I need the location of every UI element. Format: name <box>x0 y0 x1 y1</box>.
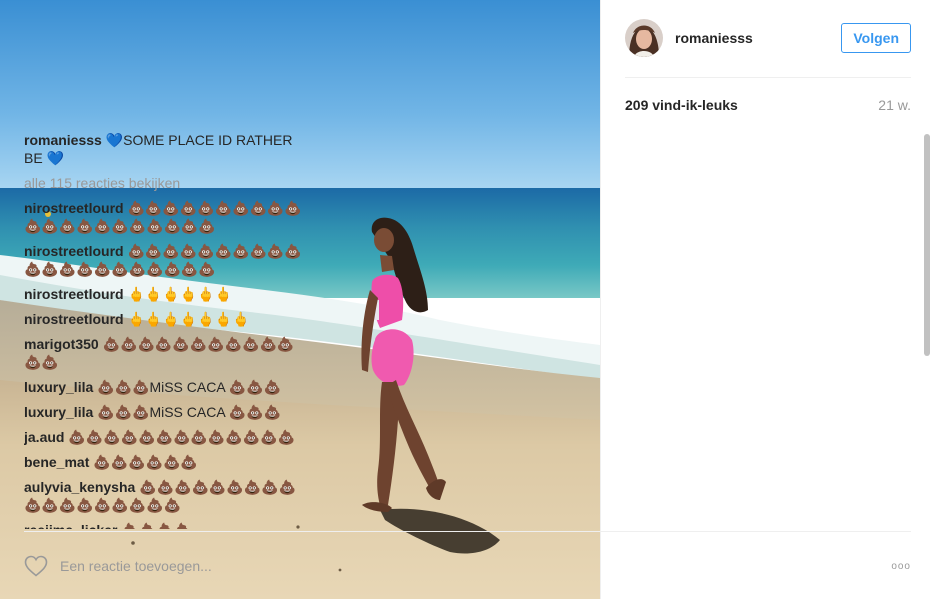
comment: nirostreetlourd 💩💩💩💩💩💩💩💩💩💩💩💩💩💩💩💩💩💩💩💩💩 <box>24 242 309 278</box>
comment: nirostreetlourd 💩💩💩💩💩💩💩💩💩💩💩💩💩💩💩💩💩💩💩💩💩 <box>24 199 309 235</box>
comment-username[interactable]: reejime_licker <box>24 522 117 529</box>
footer-divider <box>24 531 911 532</box>
comment: nirostreetlourd 🖕🖕🖕🖕🖕🖕🖕 <box>24 310 309 328</box>
comment: bene_mat 💩💩💩💩💩💩 <box>24 453 309 471</box>
comments-scroll-thumb[interactable] <box>924 134 930 356</box>
comment-username[interactable]: bene_mat <box>24 454 89 470</box>
view-all-comments-link[interactable]: alle 115 reacties bekijken <box>24 174 309 192</box>
comment: ja.aud 💩💩💩💩💩💩💩💩💩💩💩💩💩 <box>24 428 309 446</box>
comment: luxury_lila 💩💩💩MiSS CACA 💩💩💩 <box>24 378 309 396</box>
comment-text: 💩💩💩💩 <box>121 522 191 529</box>
comment: aulyvia_kenysha 💩💩💩💩💩💩💩💩💩💩💩💩💩💩💩💩💩💩 <box>24 478 309 514</box>
comment-username[interactable]: nirostreetlourd <box>24 243 124 259</box>
comment: luxury_lila 💩💩💩MiSS CACA 💩💩💩 <box>24 403 309 421</box>
caption-username[interactable]: romaniesss <box>24 132 102 148</box>
comment: marigot350 💩💩💩💩💩💩💩💩💩💩💩💩💩 <box>24 335 309 371</box>
post-header: romaniesss Volgen <box>625 18 911 58</box>
comments-list[interactable]: romaniesss 💙SOME PLACE ID RATHER BE 💙 al… <box>24 131 309 529</box>
comment-username[interactable]: marigot350 <box>24 336 99 352</box>
more-options-icon[interactable]: ooo <box>891 561 911 572</box>
likes-count[interactable]: 209 vind-ik-leuks <box>625 97 738 113</box>
post-stats: 209 vind-ik-leuks 21 w. <box>625 97 911 113</box>
comment-username[interactable]: ja.aud <box>24 429 64 445</box>
post-side-panel: romaniesss Volgen 209 vind-ik-leuks 21 w… <box>600 0 934 599</box>
heart-outline-icon[interactable] <box>24 555 48 577</box>
comment-text: 🖕🖕🖕🖕🖕🖕🖕 <box>127 311 250 327</box>
comment-text: 💩💩💩💩💩💩💩💩💩💩💩💩💩 <box>68 429 295 445</box>
comment-text: 💩💩💩MiSS CACA 💩💩💩 <box>97 379 282 395</box>
comment-username[interactable]: nirostreetlourd <box>24 311 124 327</box>
comment-text: 🖕🖕🖕🖕🖕🖕 <box>127 286 233 302</box>
follow-button[interactable]: Volgen <box>841 23 911 53</box>
post-age[interactable]: 21 w. <box>878 97 911 113</box>
comment-username[interactable]: luxury_lila <box>24 404 93 420</box>
comment: nirostreetlourd 🖕🖕🖕🖕🖕🖕 <box>24 285 309 303</box>
header-divider <box>625 77 911 78</box>
comment-text: 💩💩💩MiSS CACA 💩💩💩 <box>97 404 282 420</box>
comment-bar: ooo <box>24 551 911 581</box>
post-owner-username[interactable]: romaniesss <box>675 30 753 46</box>
comment-username[interactable]: nirostreetlourd <box>24 200 124 216</box>
caption: romaniesss 💙SOME PLACE ID RATHER BE 💙 <box>24 131 309 167</box>
comment-username[interactable]: aulyvia_kenysha <box>24 479 135 495</box>
avatar[interactable] <box>625 19 663 57</box>
comment: reejime_licker 💩💩💩💩 <box>24 521 309 529</box>
add-comment-input[interactable] <box>60 558 280 574</box>
comment-username[interactable]: nirostreetlourd <box>24 286 124 302</box>
comment-text: 💩💩💩💩💩💩 <box>93 454 198 470</box>
avatar-image <box>625 19 663 57</box>
comment-username[interactable]: luxury_lila <box>24 379 93 395</box>
